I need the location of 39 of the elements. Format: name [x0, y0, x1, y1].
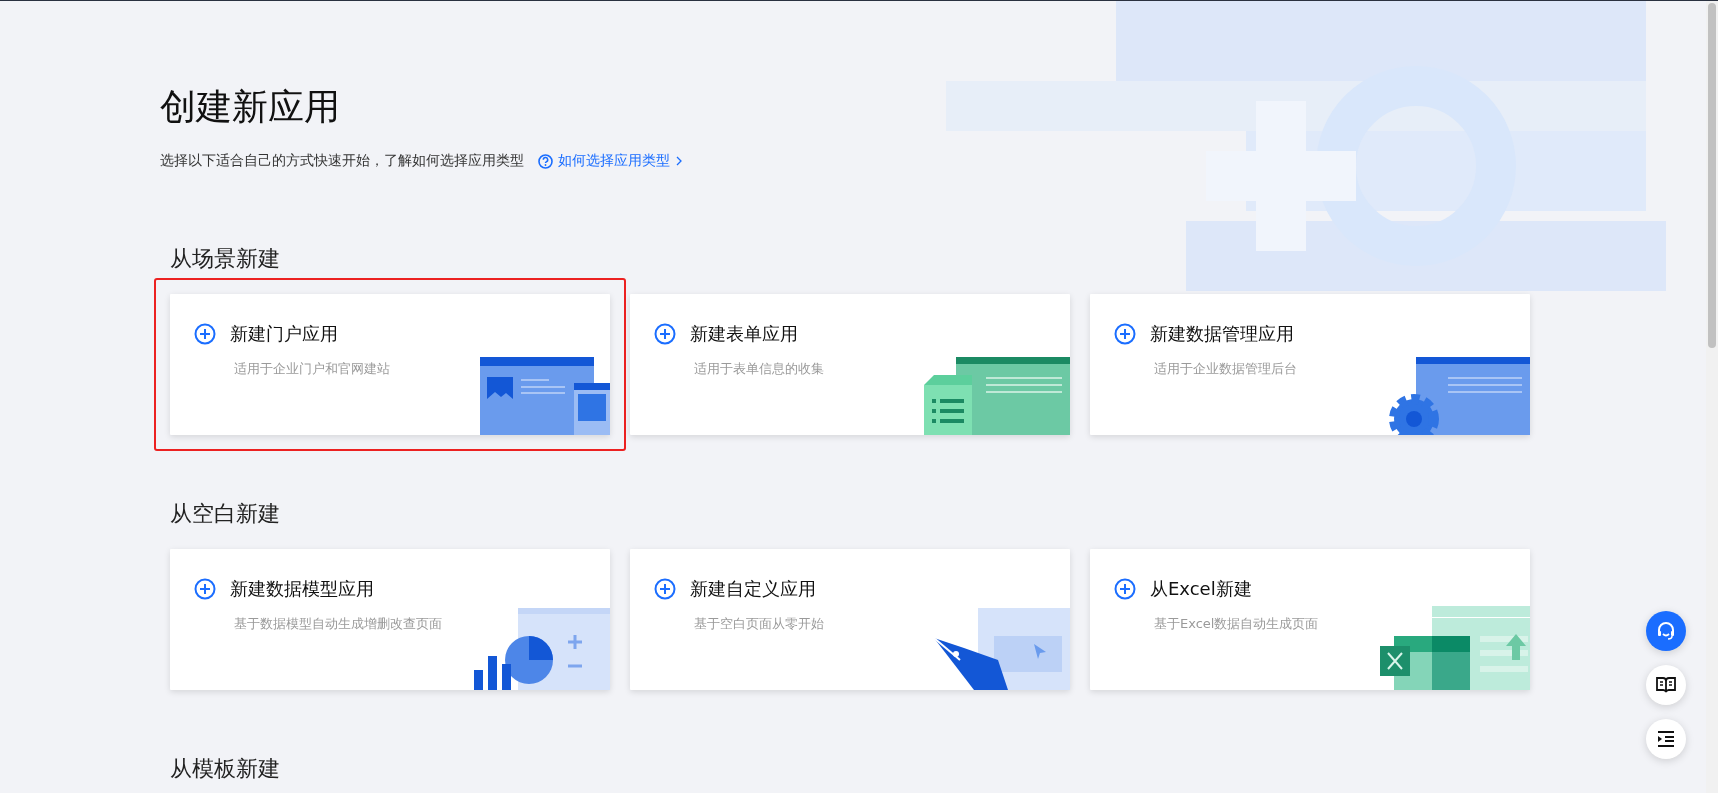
- app-type-card[interactable]: 从Excel新建 基于Excel数据自动生成页面: [1090, 549, 1530, 690]
- card-title: 从Excel新建: [1150, 577, 1252, 601]
- app-type-card[interactable]: 新建数据模型应用 基于数据模型自动生成增删改查页面: [170, 549, 610, 690]
- outline-button[interactable]: [1646, 719, 1686, 759]
- chevron-right-icon: [675, 156, 683, 166]
- headset-icon: [1656, 621, 1676, 641]
- card-description: 适用于企业门户和官网建站: [234, 360, 391, 378]
- outline-list-icon: [1657, 731, 1675, 747]
- section-title: 从空白新建: [169, 500, 281, 528]
- docs-button[interactable]: [1646, 665, 1686, 705]
- card-description: 适用于表单信息的收集: [694, 360, 825, 378]
- page-subtitle: 选择以下适合自己的方式快速开始，了解如何选择应用类型: [160, 152, 524, 170]
- scrollbar-thumb[interactable]: [1708, 3, 1716, 348]
- book-icon: [1656, 676, 1676, 694]
- app-type-card[interactable]: 新建自定义应用 基于空白页面从零开始: [630, 549, 1070, 690]
- plus-circle-icon: [194, 323, 216, 345]
- card-title: 新建表单应用: [690, 322, 798, 346]
- card-description: 基于数据模型自动生成增删改查页面: [234, 615, 443, 633]
- help-icon: [538, 153, 553, 169]
- support-button[interactable]: [1646, 611, 1686, 651]
- app-type-card[interactable]: 新建数据管理应用 适用于企业数据管理后台: [1090, 294, 1530, 435]
- card-title: 新建门户应用: [230, 322, 338, 346]
- app-type-card[interactable]: 新建表单应用 适用于表单信息的收集: [630, 294, 1070, 435]
- plus-circle-icon: [1114, 323, 1136, 345]
- plus-circle-icon: [1114, 578, 1136, 600]
- app-type-card[interactable]: 新建门户应用 适用于企业门户和官网建站: [170, 294, 610, 435]
- section-title: 从场景新建: [169, 245, 281, 273]
- card-description: 适用于企业数据管理后台: [1154, 360, 1298, 378]
- card-title: 新建数据模型应用: [230, 577, 374, 601]
- page-title: 创建新应用: [160, 85, 341, 129]
- card-title: 新建数据管理应用: [1150, 322, 1294, 346]
- card-description: 基于Excel数据自动生成页面: [1154, 615, 1320, 633]
- card-description: 基于空白页面从零开始: [694, 615, 825, 633]
- help-link[interactable]: 如何选择应用类型: [538, 152, 683, 170]
- section-title: 从模板新建: [169, 755, 281, 783]
- plus-circle-icon: [654, 578, 676, 600]
- plus-circle-icon: [654, 323, 676, 345]
- plus-circle-icon: [194, 578, 216, 600]
- card-title: 新建自定义应用: [690, 577, 816, 601]
